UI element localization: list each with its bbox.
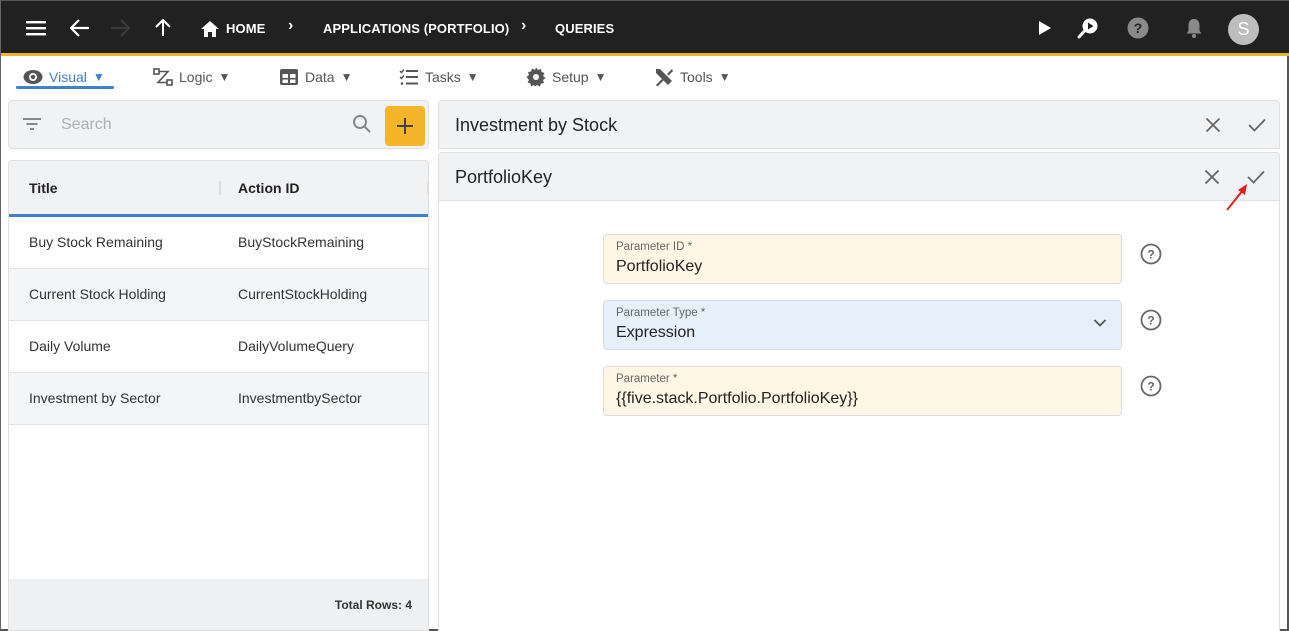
caret-down-icon: ▼ [92, 70, 105, 84]
form-body: Parameter ID * ? Parameter Type * Expres… [438, 201, 1280, 631]
help-circle-icon[interactable]: ? [1140, 243, 1162, 265]
close-icon [1204, 169, 1220, 185]
parameter-type-value: Expression [616, 324, 696, 341]
parent-cancel-button[interactable] [1201, 113, 1225, 137]
home-icon[interactable] [197, 16, 223, 42]
table-icon [280, 69, 298, 85]
cell-title: Buy Stock Remaining [29, 234, 163, 250]
cell-title: Daily Volume [29, 338, 111, 354]
cell-action-id: InvestmentbySector [238, 390, 362, 406]
filter-icon[interactable] [23, 117, 41, 136]
forward-arrow-icon[interactable] [107, 15, 133, 41]
menu-tools-label: Tools [680, 69, 713, 85]
caret-down-icon: ▼ [218, 70, 231, 84]
menu-logic-label: Logic [179, 69, 213, 85]
parent-save-button[interactable] [1245, 113, 1269, 137]
caret-down-icon: ▼ [718, 70, 731, 84]
checklist-icon [399, 69, 418, 85]
back-arrow-icon[interactable] [67, 15, 93, 41]
caret-down-icon: ▼ [594, 70, 607, 84]
search-bar [8, 100, 429, 149]
total-rows: Total Rows: 4 [334, 598, 412, 612]
child-save-button[interactable] [1244, 165, 1268, 189]
cell-action-id: BuyStockRemaining [238, 234, 365, 250]
caret-down-icon: ▼ [466, 70, 479, 84]
add-button[interactable] [385, 106, 425, 146]
table-row[interactable]: Current Stock Holding CurrentStockHoldin… [9, 269, 428, 321]
menu-data-label: Data [305, 69, 335, 85]
svg-text:?: ? [1147, 380, 1154, 394]
menu-data[interactable]: Data ▼ [279, 64, 352, 90]
svg-text:?: ? [1147, 248, 1154, 262]
menu-setup-label: Setup [552, 69, 589, 85]
cell-title: Current Stock Holding [29, 286, 166, 302]
gear-icon [526, 67, 546, 87]
breadcrumb-separator: › [288, 17, 294, 34]
breadcrumb-home[interactable]: HOME [226, 21, 265, 36]
menu-setup[interactable]: Setup ▼ [526, 64, 606, 90]
parent-form-header: Investment by Stock [438, 100, 1280, 149]
column-header-title[interactable]: Title [29, 180, 58, 196]
child-form-header: PortfolioKey [438, 152, 1280, 201]
caret-down-icon: ▼ [340, 70, 353, 84]
breadcrumb-separator: › [521, 17, 527, 34]
menu-icon[interactable] [23, 15, 49, 41]
cell-title: Investment by Sector [29, 390, 161, 406]
check-icon [1248, 118, 1266, 132]
help-circle-icon[interactable]: ? [1140, 375, 1162, 397]
logic-icon [153, 68, 173, 86]
column-divider[interactable] [219, 181, 221, 195]
column-header-action-id[interactable]: Action ID [238, 180, 299, 196]
breadcrumb-applications[interactable]: APPLICATIONS (PORTFOLIO) [323, 21, 509, 36]
menu-bar: Visual ▼ Logic ▼ Data ▼ Tasks ▼ Setup ▼ … [1, 56, 1289, 142]
avatar[interactable]: S [1228, 14, 1259, 45]
search-icon[interactable] [352, 114, 372, 139]
eye-icon [23, 70, 43, 84]
parameter-input[interactable] [616, 390, 1096, 408]
up-arrow-icon[interactable] [150, 15, 176, 41]
plus-icon [397, 118, 413, 134]
parameter-type-select[interactable]: Parameter Type * Expression [603, 300, 1122, 350]
menu-visual-label: Visual [49, 69, 87, 85]
cell-action-id: CurrentStockHolding [238, 286, 368, 302]
child-cancel-button[interactable] [1200, 165, 1224, 189]
table-row[interactable]: Buy Stock Remaining BuyStockRemaining [9, 217, 428, 269]
tools-icon [656, 69, 673, 87]
svg-text:?: ? [1134, 20, 1143, 36]
child-form-title: PortfolioKey [455, 167, 553, 187]
grid-footer: Total Rows: 4 [9, 579, 428, 630]
menu-tasks-label: Tasks [425, 69, 461, 85]
parameter-id-label: Parameter ID * [616, 241, 693, 253]
parameter-type-label: Parameter Type * [616, 307, 706, 319]
chevron-down-icon[interactable] [1093, 318, 1107, 328]
help-icon[interactable]: ? [1125, 15, 1151, 41]
play-icon[interactable] [1032, 15, 1058, 41]
help-circle-icon[interactable]: ? [1140, 309, 1162, 331]
breadcrumb-queries[interactable]: QUERIES [555, 21, 614, 36]
search-play-icon[interactable] [1075, 15, 1101, 41]
parameter-id-input[interactable] [616, 258, 1096, 276]
cell-action-id: DailyVolumeQuery [238, 338, 354, 354]
top-bar: HOME › APPLICATIONS (PORTFOLIO) › QUERIE… [1, 0, 1289, 56]
parameter-id-field[interactable]: Parameter ID * [603, 234, 1122, 284]
parent-form-title: Investment by Stock [455, 115, 618, 135]
menu-tools[interactable]: Tools ▼ [654, 64, 731, 90]
menu-tasks[interactable]: Tasks ▼ [399, 64, 479, 90]
table-row[interactable]: Investment by Sector InvestmentbySector [9, 373, 428, 425]
column-divider[interactable] [427, 181, 428, 195]
check-icon [1247, 170, 1265, 184]
bell-icon[interactable] [1181, 15, 1207, 41]
table-row[interactable]: Daily Volume DailyVolumeQuery [9, 321, 428, 373]
parameter-field[interactable]: Parameter * [603, 366, 1122, 416]
close-icon [1205, 117, 1221, 133]
queries-grid: Title Action ID Buy Stock Remaining BuyS… [8, 160, 429, 631]
grid-header: Title Action ID [9, 161, 428, 217]
menu-logic[interactable]: Logic ▼ [153, 64, 230, 90]
active-tab-indicator [16, 86, 114, 89]
svg-text:?: ? [1147, 314, 1154, 328]
parameter-label: Parameter * [616, 373, 678, 385]
search-input[interactable] [61, 113, 341, 137]
